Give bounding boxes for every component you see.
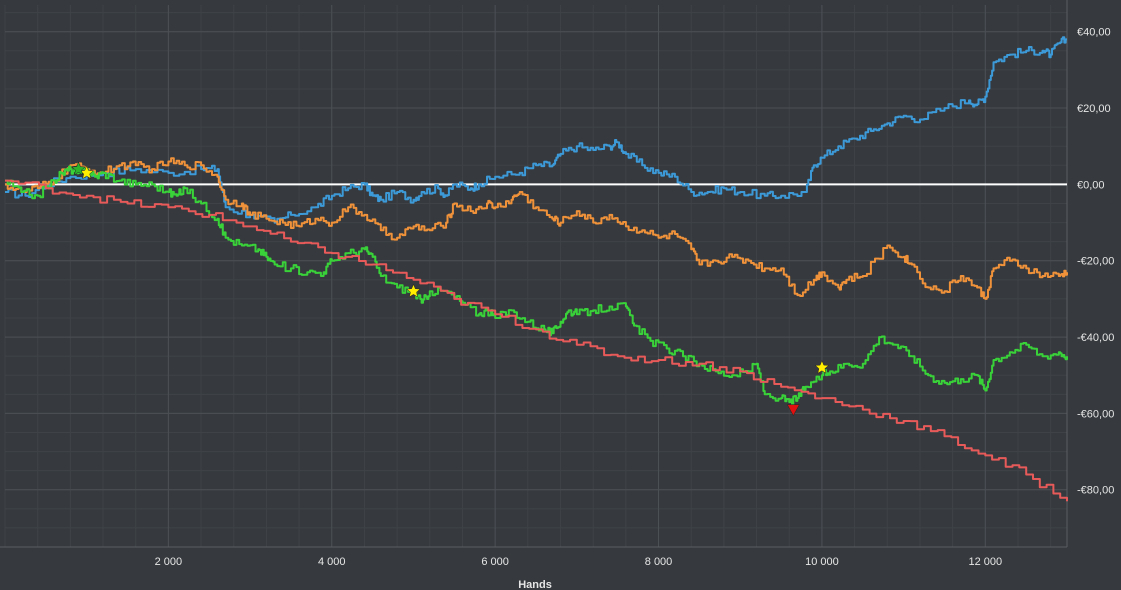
x-axis-title: Hands xyxy=(518,579,552,590)
x-tick-label: 2 000 xyxy=(155,556,183,568)
y-axis-ticks: €40,00 €20,00 €0,00 -€20,00 -€40,00 -€60,00 -€… xyxy=(1077,27,1114,497)
profit-chart: €40,00 €20,00 €0,00 -€20,00 -€40,00 -€60,00 -€… xyxy=(0,0,1114,590)
y-tick-label: €0,00 xyxy=(1077,179,1105,191)
series-line-3 xyxy=(5,165,1068,406)
chart-series xyxy=(5,36,1068,502)
y-tick-label: -€60,00 xyxy=(1077,408,1114,420)
x-tick-label: 4 000 xyxy=(318,556,346,568)
x-tick-label: 10 000 xyxy=(805,556,839,568)
series-line-2 xyxy=(5,157,1068,300)
chart-markers xyxy=(71,161,830,417)
x-tick-label: 8 000 xyxy=(645,556,673,568)
chart-grid xyxy=(0,0,1068,548)
y-tick-label: €40,00 xyxy=(1077,27,1111,39)
x-axis-ticks: 2 000 4 000 6 000 8 000 10 000 12 000 xyxy=(155,556,1003,568)
y-tick-label: -€40,00 xyxy=(1077,332,1114,344)
series-line-4 xyxy=(5,179,1068,502)
y-tick-label: -€80,00 xyxy=(1077,485,1114,497)
y-tick-label: -€20,00 xyxy=(1077,256,1114,268)
series-line-1 xyxy=(5,36,1067,224)
x-tick-label: 6 000 xyxy=(481,556,509,568)
x-tick-label: 12 000 xyxy=(968,556,1002,568)
y-tick-label: €20,00 xyxy=(1077,103,1111,115)
